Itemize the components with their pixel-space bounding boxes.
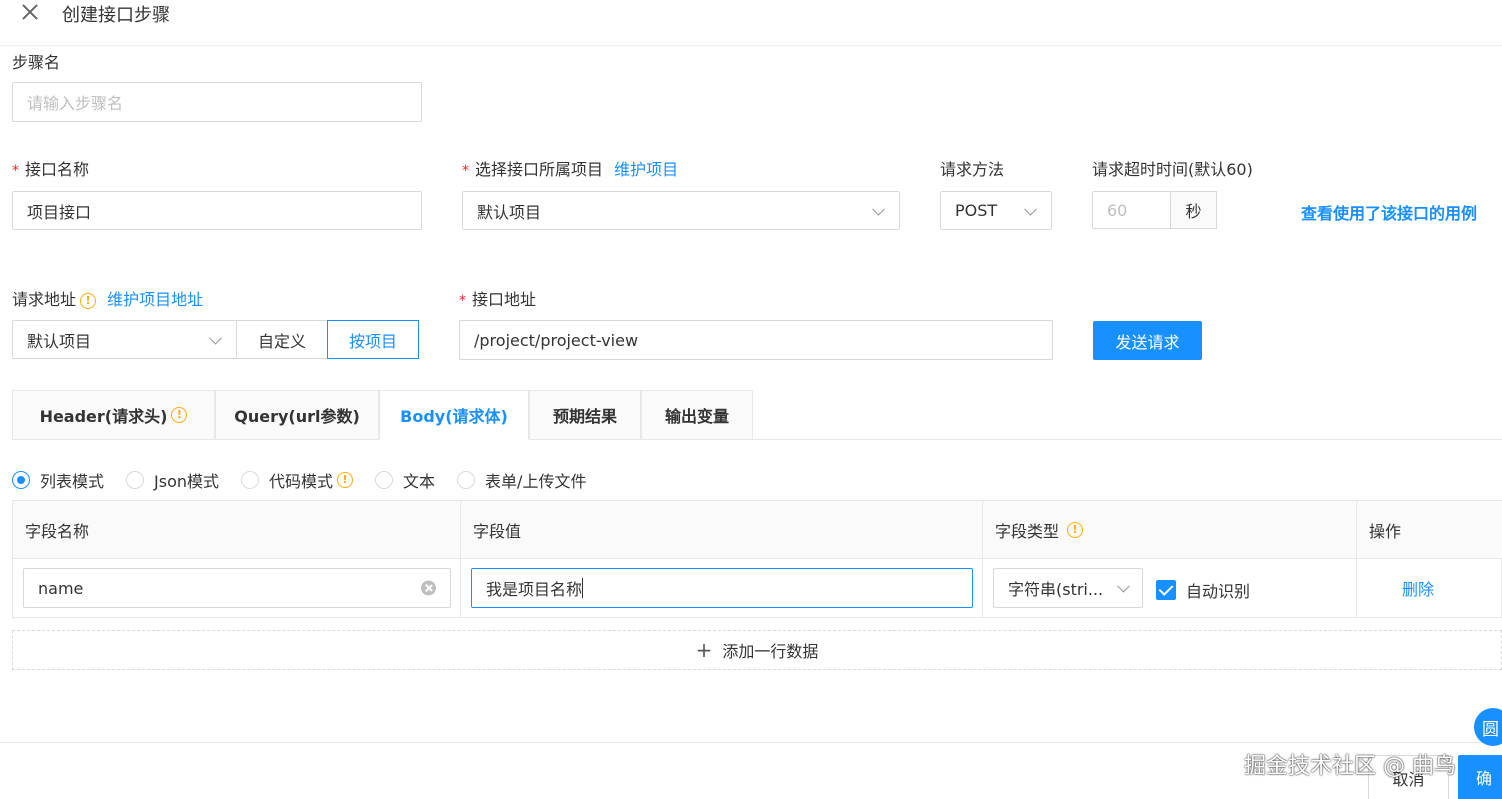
tab-output-variables[interactable]: 输出变量 [641, 390, 753, 440]
step-name-label: 步骤名 [12, 53, 61, 72]
close-icon[interactable] [20, 2, 40, 22]
chevron-down-icon [872, 202, 885, 216]
field-value-input[interactable]: 我是项目名称 [471, 568, 973, 608]
column-header-name: 字段名称 [13, 501, 461, 559]
add-row-button[interactable]: + 添加一行数据 [12, 630, 1502, 670]
column-header-type: 字段类型! [983, 501, 1357, 559]
delete-row-link[interactable]: 删除 [1402, 576, 1458, 600]
custom-address-button[interactable]: 自定义 [236, 320, 328, 359]
radio-circle [241, 471, 260, 489]
chevron-down-icon [209, 331, 222, 345]
chevron-down-icon [1024, 202, 1037, 216]
plus-icon: + [695, 638, 713, 662]
dialog-title: 创建接口步骤 [62, 5, 170, 26]
info-icon: ! [80, 292, 97, 309]
tab-header[interactable]: Header(请求头)! [12, 390, 215, 440]
api-address-value: /project/project-view [474, 330, 639, 350]
tab-query[interactable]: Query(url参数) [215, 390, 379, 440]
radio-form-mode[interactable]: 表单/上传文件 [457, 468, 586, 492]
address-project-value: 默认项目 [27, 331, 92, 351]
radio-circle [457, 471, 476, 489]
chevron-down-icon [1117, 579, 1130, 593]
radio-list-mode[interactable]: 列表模式 [12, 468, 104, 492]
body-mode-group: 列表模式 Json模式 代码模式! 文本 表单/上传文件 [12, 468, 608, 492]
required-mark: * [462, 163, 469, 179]
column-header-value: 字段值 [461, 501, 983, 559]
confirm-button[interactable]: 确 [1458, 755, 1502, 799]
info-icon: ! [337, 472, 354, 488]
project-value: 默认项目 [477, 202, 542, 222]
maintain-address-link[interactable]: 维护项目地址 [107, 290, 203, 309]
method-label: 请求方法 [940, 160, 1005, 179]
timeout-label: 请求超时时间(默认60) [1092, 160, 1253, 179]
radio-text-mode[interactable]: 文本 [375, 468, 435, 492]
field-type-select[interactable]: 字符串(stri... [993, 568, 1143, 608]
auto-detect-label: 自动识别 [1186, 582, 1251, 601]
project-select[interactable]: 默认项目 [462, 191, 900, 230]
table-cell: 删除 [1357, 559, 1502, 617]
step-name-placeholder: 请输入步骤名 [27, 94, 124, 113]
field-type-value: 字符串(stri... [1008, 580, 1104, 599]
address-project-select[interactable]: 默认项目 [12, 320, 237, 359]
api-name-value: 项目接口 [27, 202, 92, 222]
tab-expected-result[interactable]: 预期结果 [529, 390, 641, 440]
tabs-bar: Header(请求头)! Query(url参数) Body(请求体) 预期结果… [12, 390, 1502, 440]
column-header-action: 操作 [1357, 501, 1502, 559]
api-name-label: * 接口名称 [12, 160, 90, 179]
info-icon: ! [1067, 521, 1084, 538]
footer-divider [0, 742, 1502, 743]
field-value-value: 我是项目名称 [486, 580, 583, 599]
radio-circle [126, 471, 145, 489]
required-mark: * [459, 293, 466, 309]
method-value: POST [955, 201, 998, 220]
usage-cases-link[interactable]: 查看使用了该接口的用例 [1301, 200, 1477, 224]
tab-body[interactable]: Body(请求体) [379, 390, 529, 440]
radio-json-mode[interactable]: Json模式 [126, 468, 219, 492]
table-cell: 字符串(stri... 自动识别 [983, 559, 1357, 617]
field-name-input[interactable]: name [23, 568, 451, 608]
radio-circle [375, 471, 394, 489]
timeout-unit: 秒 [1170, 191, 1217, 229]
maintain-project-link[interactable]: 维护项目 [614, 160, 678, 179]
text-cursor [582, 578, 584, 598]
radio-circle [12, 471, 30, 489]
api-name-input[interactable]: 项目接口 [12, 191, 422, 230]
info-icon: ! [171, 407, 188, 423]
method-select[interactable]: POST [940, 191, 1052, 230]
step-name-input[interactable]: 请输入步骤名 [12, 82, 422, 122]
send-request-button[interactable]: 发送请求 [1093, 321, 1202, 360]
timeout-placeholder: 60 [1107, 200, 1128, 220]
checkbox-checked-icon [1156, 580, 1176, 600]
api-address-label: * 接口地址 [459, 290, 537, 309]
body-fields-table: 字段名称 字段值 字段类型! 操作 name 我是项目名称 字符串(stri..… [12, 500, 1502, 618]
project-label: * 选择接口所属项目 维护项目 [462, 160, 679, 179]
by-project-button[interactable]: 按项目 [327, 320, 419, 359]
radio-code-mode[interactable]: 代码模式! [241, 468, 354, 492]
add-row-label: 添加一行数据 [722, 642, 819, 661]
table-cell: 我是项目名称 [461, 559, 983, 617]
api-address-input[interactable]: /project/project-view [459, 320, 1053, 360]
field-name-value: name [38, 578, 84, 598]
help-bubble-icon[interactable]: 圆 [1474, 708, 1502, 746]
watermark: 掘金技术社区 @ 曲鸟 [1244, 754, 1456, 779]
table-cell: name [13, 559, 461, 617]
timeout-input[interactable]: 60 [1092, 191, 1171, 229]
dialog-header [0, 0, 1502, 46]
request-address-label: 请求地址! 维护项目地址 [12, 290, 204, 309]
clear-icon[interactable] [421, 580, 436, 596]
auto-detect-checkbox[interactable]: 自动识别 [1156, 578, 1250, 602]
required-mark: * [12, 163, 19, 179]
